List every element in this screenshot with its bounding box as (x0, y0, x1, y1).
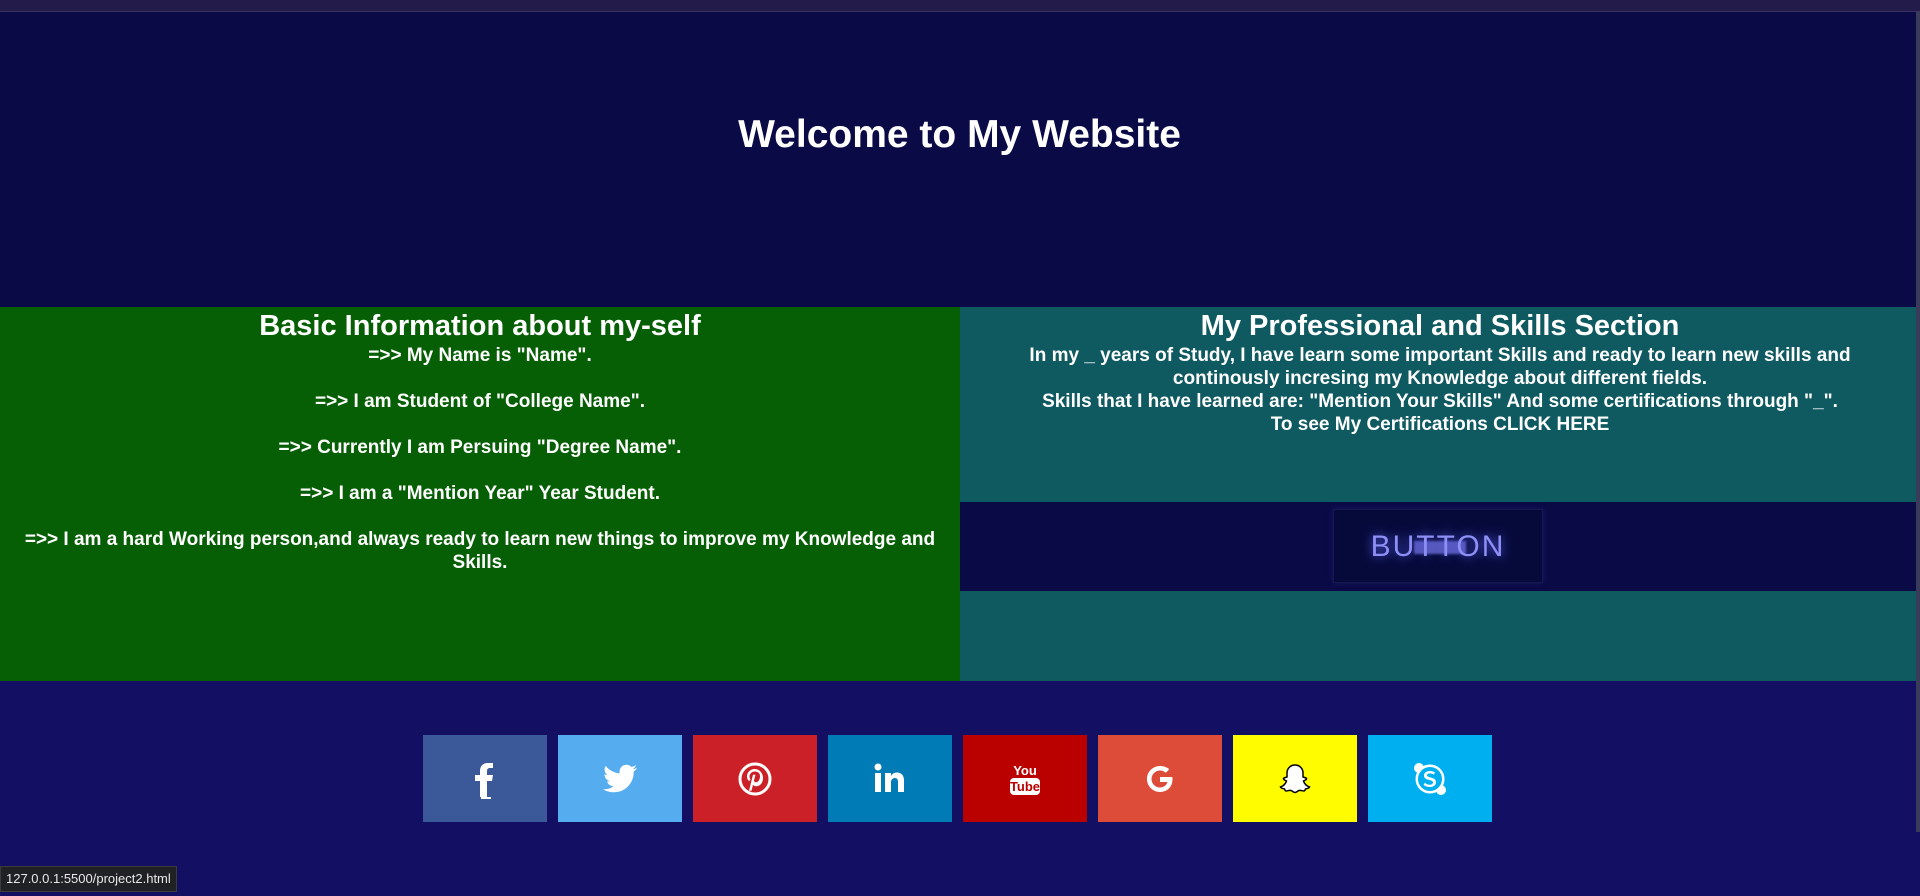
page-title: Welcome to My Website (738, 112, 1181, 156)
page-scrollbar[interactable] (1916, 12, 1920, 832)
info-line-college: =>> I am Student of "College Name". (314, 391, 645, 412)
snapchat-link[interactable] (1233, 735, 1357, 822)
google-link[interactable] (1098, 735, 1222, 822)
skype-link[interactable] (1368, 735, 1492, 822)
footer: You Tube (0, 681, 1920, 896)
facebook-icon (475, 762, 493, 799)
info-line-year: =>> I am a "Mention Year" Year Student. (300, 483, 660, 504)
info-line-name: =>> My Name is "Name". (368, 345, 592, 366)
button-band: BUTTON (960, 502, 1920, 591)
linkedin-link[interactable] (828, 735, 952, 822)
info-line-hardworking: =>> I am a hard Working person,and alway… (24, 529, 936, 573)
facebook-link[interactable] (423, 735, 547, 822)
svg-text:Tube: Tube (1010, 779, 1040, 794)
google-icon (1147, 765, 1173, 792)
youtube-link[interactable]: You Tube (963, 735, 1087, 822)
status-bar-url: 127.0.0.1:5500/project2.html (0, 866, 177, 892)
basic-info-title: Basic Information about my-self (259, 310, 701, 342)
skills-title: My Professional and Skills Section (1200, 310, 1680, 342)
social-links: You Tube (423, 735, 1492, 822)
button-label: BUTTON (1370, 530, 1506, 563)
certifications-link[interactable]: To see My Certifications CLICK HERE (1000, 413, 1880, 436)
skills-section: My Professional and Skills Section In my… (960, 307, 1920, 681)
twitter-icon (603, 764, 638, 792)
info-line-degree: =>> Currently I am Persuing "Degree Name… (278, 437, 682, 458)
pinterest-icon (738, 762, 772, 795)
snapchat-icon (1279, 763, 1311, 793)
skills-paragraph: In my _ years of Study, I have learn som… (960, 344, 1920, 436)
linkedin-icon (874, 763, 904, 792)
page-header: Welcome to My Website (0, 12, 1920, 307)
skype-icon (1414, 762, 1446, 795)
pinterest-link[interactable] (693, 735, 817, 822)
svg-text:You: You (1013, 763, 1037, 778)
browser-tab-strip (0, 0, 1920, 12)
glow-button[interactable]: BUTTON (1333, 509, 1543, 583)
skills-paragraph-learned: Skills that I have learned are: "Mention… (1042, 391, 1838, 412)
basic-info-section: Basic Information about my-self =>> My N… (0, 307, 960, 681)
youtube-icon: You Tube (1010, 763, 1040, 795)
skills-paragraph-study: In my _ years of Study, I have learn som… (1029, 345, 1851, 389)
twitter-link[interactable] (558, 735, 682, 822)
